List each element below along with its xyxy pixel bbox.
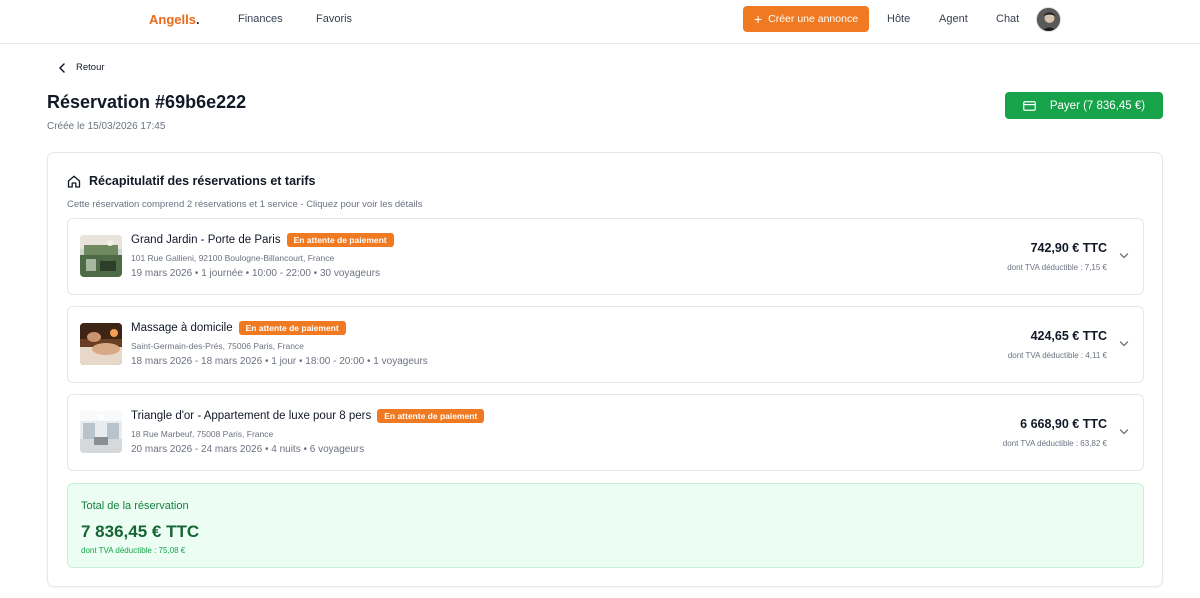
reservation-price: 6 668,90 € TTC xyxy=(1020,417,1107,431)
pay-button[interactable]: Payer (7 836,45 €) xyxy=(1005,92,1163,119)
back-label: Retour xyxy=(76,62,105,73)
reservation-tva: dont TVA déductible : 4,11 € xyxy=(1007,351,1107,360)
reservation-name: Massage à domicile En attente de paiemen… xyxy=(131,321,346,335)
page-title: Réservation #69b6e222 xyxy=(47,92,247,112)
venue-thumbnail xyxy=(80,235,122,277)
reservation-name: Grand Jardin - Porte de Paris En attente… xyxy=(131,233,394,247)
nav-link-hote[interactable]: Hôte xyxy=(887,13,910,25)
home-icon xyxy=(67,175,81,188)
credit-card-icon xyxy=(1023,100,1036,111)
reservation-total-box: Total de la réservation 7 836,45 € TTC d… xyxy=(67,483,1144,568)
total-tva: dont TVA déductible : 75,08 € xyxy=(81,546,186,555)
apartment-photo-icon xyxy=(80,411,122,453)
plus-icon: + xyxy=(753,10,763,27)
nav-link-chat[interactable]: Chat xyxy=(996,13,1019,25)
total-value: 7 836,45 € TTC xyxy=(81,522,200,541)
chevron-down-icon[interactable] xyxy=(1119,340,1129,348)
avatar-portrait-icon xyxy=(1037,8,1060,31)
total-label: Total de la réservation xyxy=(81,500,189,512)
massage-service-photo-icon xyxy=(80,323,122,365)
pay-button-label: Payer (7 836,45 €) xyxy=(1049,99,1146,112)
chevron-down-icon[interactable] xyxy=(1119,252,1129,260)
reservation-tva: dont TVA déductible : 7,15 € xyxy=(1007,263,1107,272)
create-listing-label: Créer une annonce xyxy=(768,13,859,25)
status-badge: En attente de paiement xyxy=(286,233,394,247)
nav-link-finances[interactable]: Finances xyxy=(238,13,283,25)
summary-title-text: Récapitulatif des réservations et tarifs xyxy=(89,174,316,188)
reservation-name-text: Triangle d'or - Appartement de luxe pour… xyxy=(131,410,372,422)
nav-link-agent[interactable]: Agent xyxy=(939,13,968,25)
reservation-address: 18 Rue Marbeuf, 75008 Paris, France xyxy=(131,429,274,439)
chevron-left-icon xyxy=(59,62,65,73)
reservation-name-text: Massage à domicile xyxy=(131,322,233,334)
brand-logo-dot: . xyxy=(195,12,200,27)
reservation-details: 18 mars 2026 - 18 mars 2026 • 1 jour • 1… xyxy=(131,356,428,367)
summary-subtitle: Cette réservation comprend 2 réservation… xyxy=(67,199,423,210)
reservation-item-grand-jardin[interactable]: Grand Jardin - Porte de Paris En attente… xyxy=(67,218,1144,295)
reservation-summary-card: Récapitulatif des réservations et tarifs… xyxy=(47,152,1163,587)
status-badge: En attente de paiement xyxy=(238,321,346,335)
reservation-item-triangle-dor[interactable]: Triangle d'or - Appartement de luxe pour… xyxy=(67,394,1144,471)
created-date: Créée le 15/03/2026 17:45 xyxy=(47,121,166,132)
reservation-tva: dont TVA déductible : 63,82 € xyxy=(1002,439,1107,448)
reservation-item-massage[interactable]: Massage à domicile En attente de paiemen… xyxy=(67,306,1144,383)
brand-logo[interactable]: Angells. xyxy=(149,12,200,27)
status-badge: En attente de paiement xyxy=(377,409,485,423)
apartment-thumbnail xyxy=(80,411,122,453)
reservation-details: 19 mars 2026 • 1 journée • 10:00 - 22:00… xyxy=(131,268,380,279)
reservation-name: Triangle d'or - Appartement de luxe pour… xyxy=(131,409,485,423)
reservation-address: 101 Rue Gallieni, 92100 Boulogne-Billanc… xyxy=(131,253,335,263)
create-listing-button[interactable]: + Créer une annonce xyxy=(743,6,869,32)
reservation-name-text: Grand Jardin - Porte de Paris xyxy=(131,234,281,246)
reservation-details: 20 mars 2026 - 24 mars 2026 • 4 nuits • … xyxy=(131,444,365,455)
top-navigation-bar: Angells. Finances Favoris + Créer une an… xyxy=(0,0,1200,44)
reservation-price: 742,90 € TTC xyxy=(1030,241,1107,255)
chevron-down-icon[interactable] xyxy=(1119,428,1129,436)
brand-logo-text: Angells xyxy=(149,12,196,27)
reservation-price: 424,65 € TTC xyxy=(1030,329,1107,343)
user-avatar[interactable] xyxy=(1036,7,1061,32)
summary-title: Récapitulatif des réservations et tarifs xyxy=(67,174,315,188)
garden-venue-photo-icon xyxy=(80,235,122,277)
service-thumbnail xyxy=(80,323,122,365)
reservation-address: Saint-Germain-des-Prés, 75006 Paris, Fra… xyxy=(131,341,304,351)
back-link[interactable]: Retour xyxy=(58,62,105,73)
nav-link-favoris[interactable]: Favoris xyxy=(316,13,352,25)
